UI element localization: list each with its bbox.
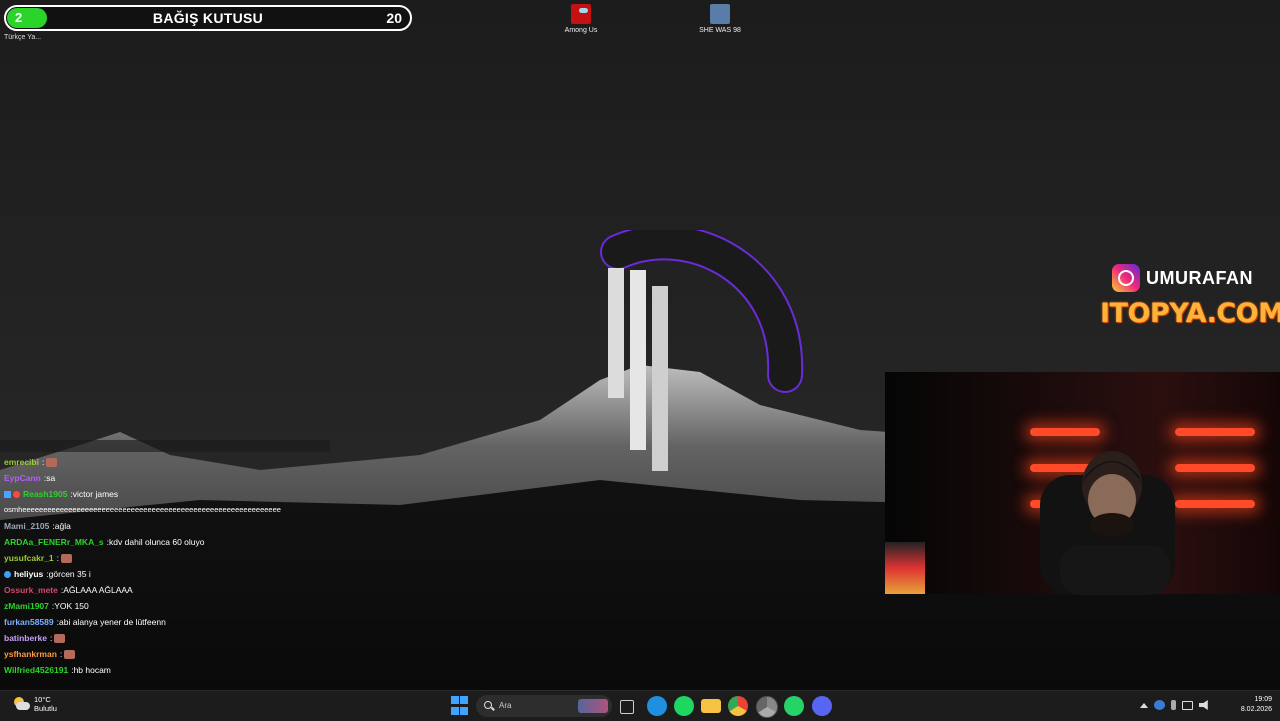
chat-message: Mami_2105: ağla [4,521,71,531]
chat-username[interactable]: Reash1905 [23,489,67,499]
chat-emote-icon [64,649,76,659]
search-placeholder: Ara [499,701,512,710]
led-shelf [1175,428,1255,436]
taskbar: 10°C Bulutlu Ara 19:09 8.02.2026 [0,690,1280,721]
chat-message: Reash1905: victor james [4,489,118,499]
streamer-silhouette [1040,451,1175,595]
among-us-icon [571,4,591,24]
instagram-branding: UMURAFAN [1112,264,1253,292]
cloudy-weather-icon [12,697,30,711]
chat-separator: : [50,633,53,643]
start-icon [451,696,459,704]
start-button[interactable] [451,696,471,716]
whatsapp-icon[interactable] [784,696,804,716]
clock[interactable]: 19:09 8.02.2026 [1236,695,1272,715]
weather-temperature: 10°C [34,695,51,704]
spotify-icon[interactable] [674,696,694,716]
weather-widget[interactable]: 10°C Bulutlu [12,695,57,713]
task-view-icon[interactable] [620,700,634,714]
chat-message: yusufcakr_1: [4,553,72,563]
clock-time: 19:09 [1254,696,1272,703]
among-us-label: Among Us [564,27,598,34]
volume-icon[interactable] [1199,700,1208,710]
chat-username[interactable]: furkan58589 [4,617,54,627]
chat-message: batinberke: [4,633,66,643]
chat-emote-icon [54,633,66,643]
stream-chat: emrecibi: EypCann: sa Reash1905: victor j… [0,440,330,676]
sponsor-logo: ITOPYA.COM [1100,298,1280,329]
chat-username[interactable]: Mami_2105 [4,521,49,531]
chat-badge-icon [4,570,11,578]
chat-username[interactable]: yusufcakr_1 [4,553,54,563]
clock-date: 8.02.2026 [1240,706,1272,713]
microphone-icon[interactable] [1171,700,1176,710]
search-highlight-image [578,699,608,713]
wallpaper-logo [600,230,804,471]
chat-message: ysfhankrman: [4,649,76,659]
chevron-up-icon[interactable] [1140,702,1148,708]
system-tray [1140,700,1210,710]
led-shelf [1030,428,1100,436]
network-share-icon[interactable] [1154,700,1165,710]
chat-separator: : [41,457,45,467]
instagram-handle: UMURAFAN [1146,267,1253,288]
chat-username[interactable]: heliyus [14,569,43,579]
chat-message: emrecibi: [4,457,58,467]
chat-username[interactable]: EypCann [4,473,41,483]
chat-message: EypCann: sa [4,473,55,483]
chat-text: kdv dahil olunca 60 oluyo [109,537,205,547]
chat-username[interactable]: batinberke [4,633,47,643]
she-was-98-shortcut[interactable]: SHE WAS 98 [685,4,755,34]
chat-text: görcen 35 i [48,569,91,579]
chat-badge-icon [13,490,20,498]
taskbar-search-box[interactable]: Ara [476,695,612,717]
desktop-shortcut-label[interactable]: Türkçe Ya... [4,34,54,41]
chat-separator: : [56,553,59,563]
chat-username[interactable]: Ossurk_mete [4,585,58,595]
chat-username[interactable]: emrecibi [4,457,39,467]
donation-title: BAĞIŞ KUTUSU [152,10,264,26]
donation-goal-count: 20 [386,10,402,26]
chat-username[interactable]: Wilfried4526191 [4,665,68,675]
discord-icon[interactable] [812,696,832,716]
chat-text: ağla [54,521,71,531]
chat-text: victor james [72,489,119,499]
chat-username[interactable]: zMami1907 [4,601,49,611]
search-icon [484,701,492,709]
chat-message: heliyus: görcen 35 i [4,569,91,579]
chat-faded-line [0,440,330,452]
shelf-items [885,542,925,594]
chat-username[interactable]: ARDAa_FENERr_MKA_s [4,537,104,547]
file-explorer-icon[interactable] [701,699,721,713]
chrome-alt-icon[interactable] [756,696,778,718]
among-us-shortcut[interactable]: Among Us [546,4,616,34]
chat-message: osmheeeeeeeeeeeeeeeeeeeeeeeeeeeeeeeeeeee… [4,505,281,514]
chat-message: zMami1907: YOK 150 [4,601,89,611]
chat-text: hb hocam [73,665,111,675]
donation-box-bar: 2 BAĞIŞ KUTUSU 20 [4,5,412,31]
instagram-icon [1112,264,1140,292]
chrome-icon[interactable] [728,696,748,716]
chat-text: AĞLAAA AĞLAAA [63,585,133,595]
chat-text: abi alanya yener de lütfeenn [59,617,166,627]
chat-message: Wilfried4526191: hb hocam [4,665,111,675]
chat-username[interactable]: ysfhankrman [4,649,57,659]
monitor-icon[interactable] [1182,700,1193,710]
chat-emote-icon [61,553,72,563]
chat-text: osmheeeeeeeeeeeeeeeeeeeeeeeeeeeeeeeeeeee… [4,505,281,514]
chat-badge-icon [4,490,11,498]
she-was-98-label: SHE WAS 98 [699,27,741,34]
chat-message: ARDAa_FENERr_MKA_s: kdv dahil olunca 60 … [4,537,205,547]
chat-text: YOK 150 [54,601,89,611]
chat-message: Ossurk_mete: AĞLAAA AĞLAAA [4,585,133,595]
chat-message: furkan58589: abi alanya yener de lütfeen… [4,617,166,627]
she-was-98-icon [710,4,730,24]
chat-separator: : [59,649,63,659]
edge-icon[interactable] [647,696,667,716]
chat-text: sa [46,473,56,483]
chat-emote-icon [46,457,58,467]
weather-description: Bulutlu [34,704,57,713]
